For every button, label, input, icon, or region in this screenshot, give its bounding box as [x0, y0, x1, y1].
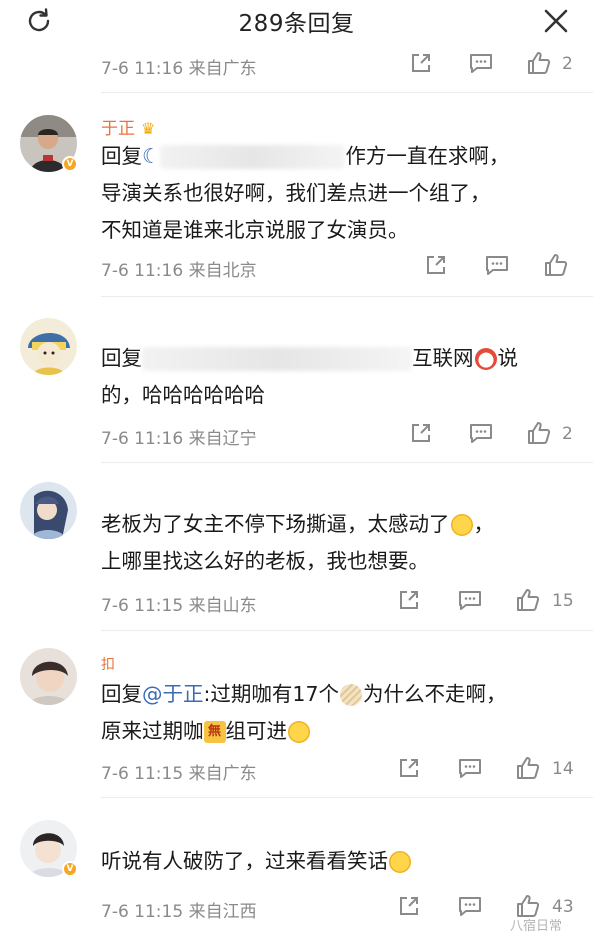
comment-meta-row: 7-6 11:16 来自辽宁 2	[0, 420, 593, 450]
reply-meta-row: 7-6 11:16 来自广东 2	[0, 50, 593, 80]
clown-emoji-icon	[474, 348, 497, 370]
comment-icon[interactable]	[457, 755, 487, 785]
like-count: 2	[562, 54, 573, 74]
reply-prefix: 回复	[101, 144, 142, 168]
comment-line: 老板为了女主不停下场撕逼，太感动了	[101, 512, 450, 536]
comment-icon[interactable]	[468, 50, 498, 80]
username-text[interactable]: 于正	[101, 119, 135, 139]
share-icon[interactable]	[423, 252, 453, 282]
comment-line: 作方一直在求啊，	[345, 144, 510, 168]
verified-badge-icon: V	[62, 156, 78, 172]
like-icon[interactable]	[526, 420, 556, 450]
none-emoji-icon: 無	[203, 721, 226, 743]
comment-icon[interactable]	[457, 587, 487, 617]
comment-text: 听说有人破防了，过来看看笑话	[101, 843, 571, 880]
comment-time-location: 7-6 11:15 来自山东	[101, 596, 257, 616]
comment-meta-row: 7-6 11:15 来自山东 15	[0, 587, 593, 617]
share-icon[interactable]	[396, 755, 426, 785]
like-icon[interactable]	[543, 252, 573, 282]
avatar[interactable]	[20, 482, 77, 539]
comment-line: 组可进	[225, 719, 288, 743]
comment-line: 说	[497, 346, 519, 370]
like-count: 43	[552, 897, 574, 917]
avatar[interactable]	[20, 318, 77, 375]
mention-link[interactable]: @于正	[142, 682, 204, 706]
comment-line: 上哪里找这么好的老板，我也想要。	[101, 549, 429, 573]
share-icon[interactable]	[396, 587, 426, 617]
comment-time-location: 7-6 11:16 来自辽宁	[101, 429, 257, 449]
username-text[interactable]: 扣	[101, 657, 115, 673]
page-title: 289条回复	[238, 11, 355, 37]
shocked-emoji-icon	[389, 851, 411, 873]
pancake-emoji-icon	[340, 684, 362, 706]
comment-text: 回复☾ 作方一直在求啊， 导演关系也很好啊，我们差点进一个组了， 不知道是谁来北京…	[101, 138, 571, 249]
comment-line: 的，哈哈哈哈哈哈	[101, 383, 265, 407]
comment-icon[interactable]	[468, 420, 498, 450]
close-icon[interactable]	[541, 6, 571, 36]
divider	[101, 797, 593, 798]
like-count: 15	[552, 591, 574, 611]
reply-prefix: 回复	[101, 346, 142, 370]
comment-line: 不知道是谁来北京说服了女演员。	[101, 218, 409, 242]
like-count: 14	[552, 759, 574, 779]
redacted-text	[160, 145, 346, 169]
divider	[101, 462, 593, 463]
comment-time-location: 7-6 11:15 来自江西	[101, 902, 257, 922]
divider	[101, 92, 593, 93]
comment-line: :过期咖有17个	[203, 682, 340, 706]
verified-badge-icon: V	[62, 861, 78, 877]
like-icon[interactable]	[526, 50, 556, 80]
comment-text: 回复 互联网说 的，哈哈哈哈哈哈	[101, 340, 571, 414]
comment-line: 导演关系也很好啊，我们差点进一个组了，	[101, 181, 491, 205]
comment-line: ，	[473, 512, 495, 536]
comment-line: 为什么不走啊，	[363, 682, 507, 706]
share-icon[interactable]	[408, 50, 438, 80]
comment-meta-row: 7-6 11:15 来自广东 14	[0, 755, 593, 785]
share-icon[interactable]	[396, 893, 426, 923]
like-icon[interactable]	[515, 755, 545, 785]
mention-text: 互联网	[412, 346, 474, 370]
comment-text: 老板为了女主不停下场撕逼，太感动了 ， 上哪里找这么好的老板，我也想要。	[101, 506, 571, 580]
crown-icon: ♛	[141, 119, 156, 138]
avatar[interactable]	[20, 648, 77, 705]
grin-emoji-icon	[288, 721, 310, 743]
comment-icon[interactable]	[457, 893, 487, 923]
reply-prefix: 回复	[101, 682, 142, 706]
divider	[101, 630, 593, 631]
divider	[101, 296, 593, 297]
comment-meta-row: 7-6 11:16 来自北京	[0, 252, 593, 282]
comment-text: 回复@于正:过期咖有17个 为什么不走啊， 原来过期咖無组可进	[101, 676, 571, 750]
comment-icon[interactable]	[484, 252, 514, 282]
share-icon[interactable]	[408, 420, 438, 450]
redacted-text	[142, 347, 412, 371]
like-count: 2	[562, 424, 573, 444]
like-icon[interactable]	[515, 587, 545, 617]
header: 289条回复	[0, 0, 593, 42]
watermark: 八宿日常	[510, 919, 563, 934]
reply-time-location: 7-6 11:16 来自广东	[101, 59, 257, 79]
comment-meta-row: 7-6 11:15 来自江西 43	[0, 893, 593, 923]
username[interactable]: 扣	[101, 654, 115, 674]
comment-line: 听说有人破防了，过来看看笑话	[101, 849, 388, 873]
crying-emoji-icon	[450, 514, 473, 536]
comment-time-location: 7-6 11:16 来自北京	[101, 261, 257, 281]
comment-time-location: 7-6 11:15 来自广东	[101, 764, 257, 784]
username[interactable]: 于正 ♛	[101, 114, 155, 139]
comment-line: 原来过期咖	[101, 719, 204, 743]
